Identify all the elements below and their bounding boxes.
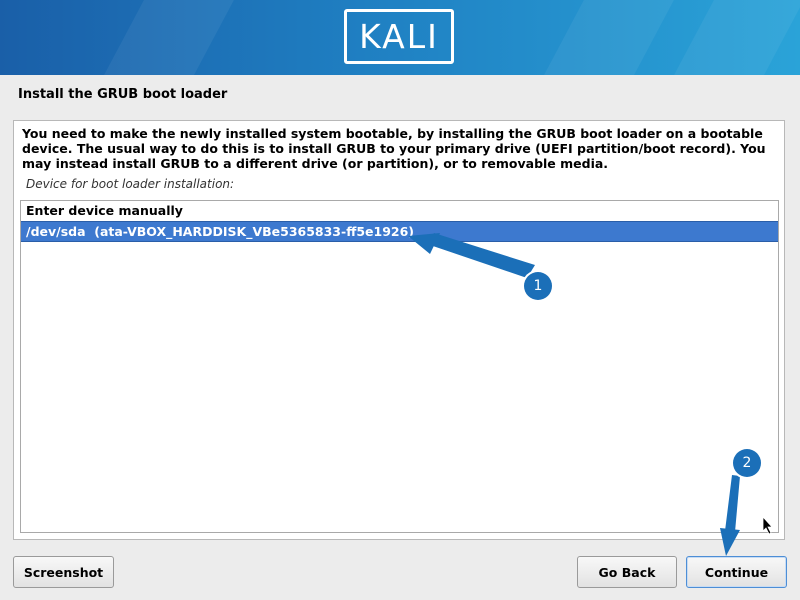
annotation-number: 2 [742, 455, 752, 471]
banner-stripe [85, 0, 245, 75]
page-title: Install the GRUB boot loader [18, 87, 228, 102]
logo-text: KALI [359, 17, 439, 56]
banner-stripe [655, 0, 800, 75]
continue-button[interactable]: Continue [686, 556, 787, 588]
annotation-badge-1: 1 [524, 272, 552, 300]
screenshot-button[interactable]: Screenshot [13, 556, 114, 588]
list-item-dev-sda[interactable]: /dev/sda (ata-VBOX_HARDDISK_VBe5365833-f… [21, 221, 778, 242]
device-label: Device for boot loader installation: [26, 177, 235, 191]
annotation-number: 1 [533, 278, 543, 294]
device-list[interactable]: Enter device manually /dev/sda (ata-VBOX… [20, 200, 779, 533]
banner-stripe [525, 0, 685, 75]
go-back-button[interactable]: Go Back [577, 556, 677, 588]
list-item-enter-manually[interactable]: Enter device manually [21, 201, 778, 221]
kali-banner: KALI [0, 0, 800, 75]
kali-logo: KALI [344, 9, 454, 64]
annotation-badge-2: 2 [733, 449, 761, 477]
description-text: You need to make the newly installed sys… [22, 126, 766, 171]
content-panel: You need to make the newly installed sys… [13, 120, 785, 540]
